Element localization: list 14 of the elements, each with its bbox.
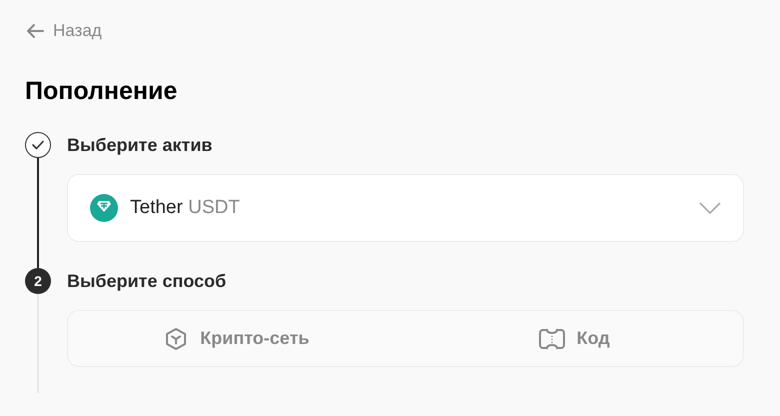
back-link[interactable]: Назад: [25, 18, 102, 44]
step-number: 2: [25, 268, 51, 294]
back-arrow-icon: [25, 22, 45, 39]
step-title: Выберите актив: [67, 134, 214, 158]
method-option[interactable]: Код: [406, 311, 743, 366]
asset-select[interactable]: Tether USDT: [67, 174, 744, 242]
cube-icon: [164, 326, 188, 351]
check-icon: [32, 140, 44, 150]
page-title: Пополнение: [25, 76, 178, 107]
step-title: Выберите способ: [67, 270, 228, 294]
ticket-icon: [538, 328, 565, 350]
tether-logo-icon: [90, 194, 118, 222]
chevron-down-icon: [699, 202, 721, 214]
method-option[interactable]: Крипто-сеть: [68, 311, 406, 366]
